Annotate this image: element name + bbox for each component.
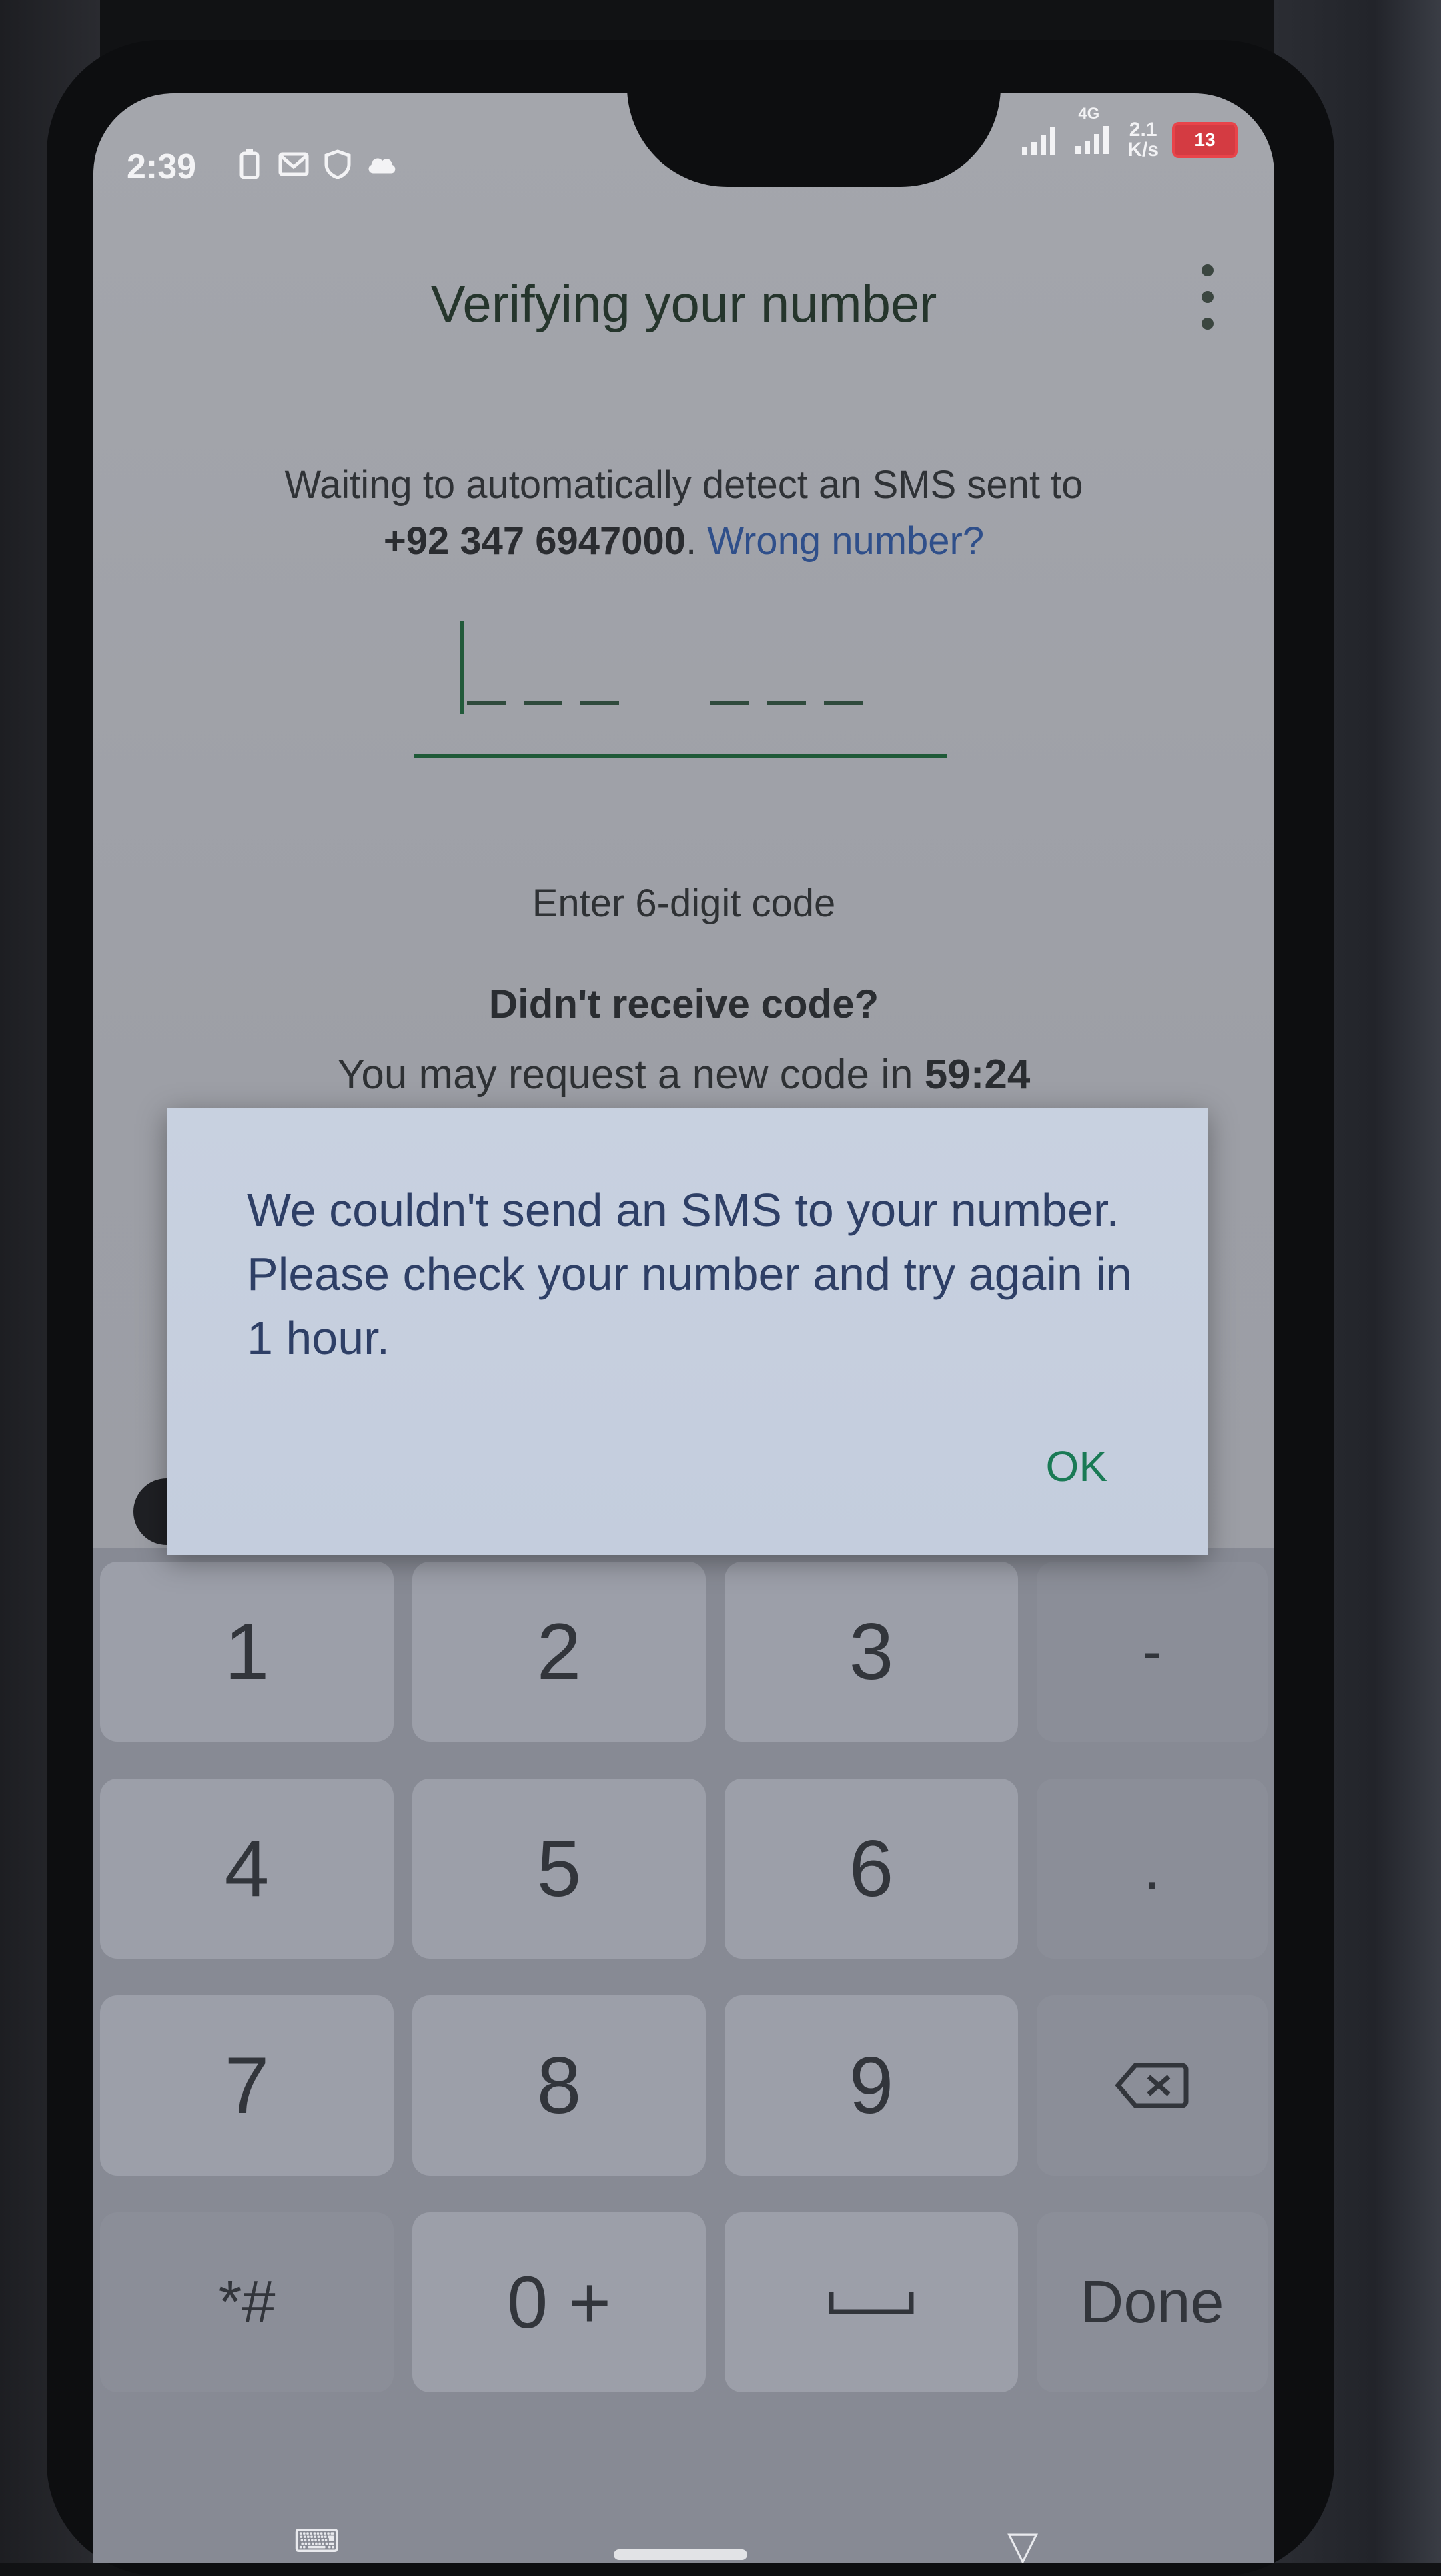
done-key[interactable]: Done bbox=[1037, 2212, 1268, 2392]
key-4[interactable]: 4 bbox=[100, 1779, 394, 1959]
key-7[interactable]: 7 bbox=[100, 1995, 394, 2176]
more-options-icon[interactable] bbox=[1187, 257, 1228, 337]
text-cursor bbox=[460, 621, 464, 714]
key-3[interactable]: 3 bbox=[725, 1562, 1018, 1742]
network-speed: 2.1 K/s bbox=[1127, 119, 1159, 161]
key-dot[interactable]: . bbox=[1037, 1779, 1268, 1959]
wrong-number-link[interactable]: Wrong number? bbox=[707, 519, 984, 563]
key-6[interactable]: 6 bbox=[725, 1779, 1018, 1959]
backspace-key[interactable] bbox=[1037, 1995, 1268, 2176]
phone-number: +92 347 6947000 bbox=[383, 519, 686, 563]
gmail-icon bbox=[278, 148, 310, 180]
signal-icon bbox=[1022, 127, 1056, 155]
backspace-icon bbox=[1115, 2063, 1189, 2108]
key-8[interactable]: 8 bbox=[412, 1995, 706, 2176]
code-digit-slot bbox=[467, 701, 506, 705]
code-digit-slot bbox=[710, 701, 749, 705]
code-digit-slot bbox=[580, 701, 619, 705]
resend-countdown: You may request a new code in 59:24 bbox=[337, 1052, 1031, 1098]
notification-icons bbox=[233, 148, 398, 180]
status-bar: 2:39 4G 2.1 K/s 13 bbox=[93, 93, 1274, 227]
status-right-icons: 4G 2.1 K/s 13 bbox=[1021, 105, 1238, 161]
space-icon bbox=[829, 2292, 914, 2314]
numeric-keyboard: 1 2 3 - 4 5 6 . 7 8 9 *# 0 + Done bbox=[93, 1548, 1274, 2563]
key-5[interactable]: 5 bbox=[412, 1779, 706, 1959]
phone-screen: 2:39 4G 2.1 K/s 13 Verifying your number… bbox=[93, 93, 1274, 2563]
key-0[interactable]: 0 + bbox=[412, 2212, 706, 2392]
page-title: Verifying your number bbox=[430, 274, 937, 333]
key-minus[interactable]: - bbox=[1037, 1562, 1268, 1742]
shield-icon bbox=[322, 148, 354, 180]
error-dialog: We couldn't send an SMS to your number. … bbox=[167, 1108, 1208, 1555]
code-input[interactable] bbox=[414, 614, 947, 758]
resend-heading: Didn't receive code? bbox=[488, 982, 879, 1026]
code-digit-slot bbox=[524, 701, 562, 705]
status-clock: 2:39 bbox=[127, 147, 197, 186]
code-digit-slot bbox=[767, 701, 806, 705]
dialog-message: We couldn't send an SMS to your number. … bbox=[247, 1184, 1132, 1364]
hide-keyboard-icon[interactable]: ▽ bbox=[1007, 2523, 1038, 2563]
code-digit-slot bbox=[824, 701, 863, 705]
space-key[interactable] bbox=[725, 2212, 1018, 2392]
code-hint: Enter 6-digit code bbox=[532, 882, 836, 925]
code-underline bbox=[414, 754, 947, 758]
cloud-icon bbox=[366, 148, 398, 180]
key-2[interactable]: 2 bbox=[412, 1562, 706, 1742]
verification-description: Waiting to automatically detect an SMS s… bbox=[284, 463, 1083, 563]
ok-button[interactable]: OK bbox=[1046, 1441, 1107, 1491]
home-gesture-bar[interactable] bbox=[614, 2549, 747, 2560]
battery-saver-icon bbox=[233, 148, 266, 180]
key-symbols[interactable]: *# bbox=[100, 2212, 394, 2392]
signal-4g-icon: 4G bbox=[1074, 105, 1114, 159]
keyboard-switch-icon[interactable]: ⌨ bbox=[294, 2523, 340, 2560]
key-9[interactable]: 9 bbox=[725, 1995, 1018, 2176]
key-1[interactable]: 1 bbox=[100, 1562, 394, 1742]
battery-icon: 13 bbox=[1172, 122, 1238, 158]
